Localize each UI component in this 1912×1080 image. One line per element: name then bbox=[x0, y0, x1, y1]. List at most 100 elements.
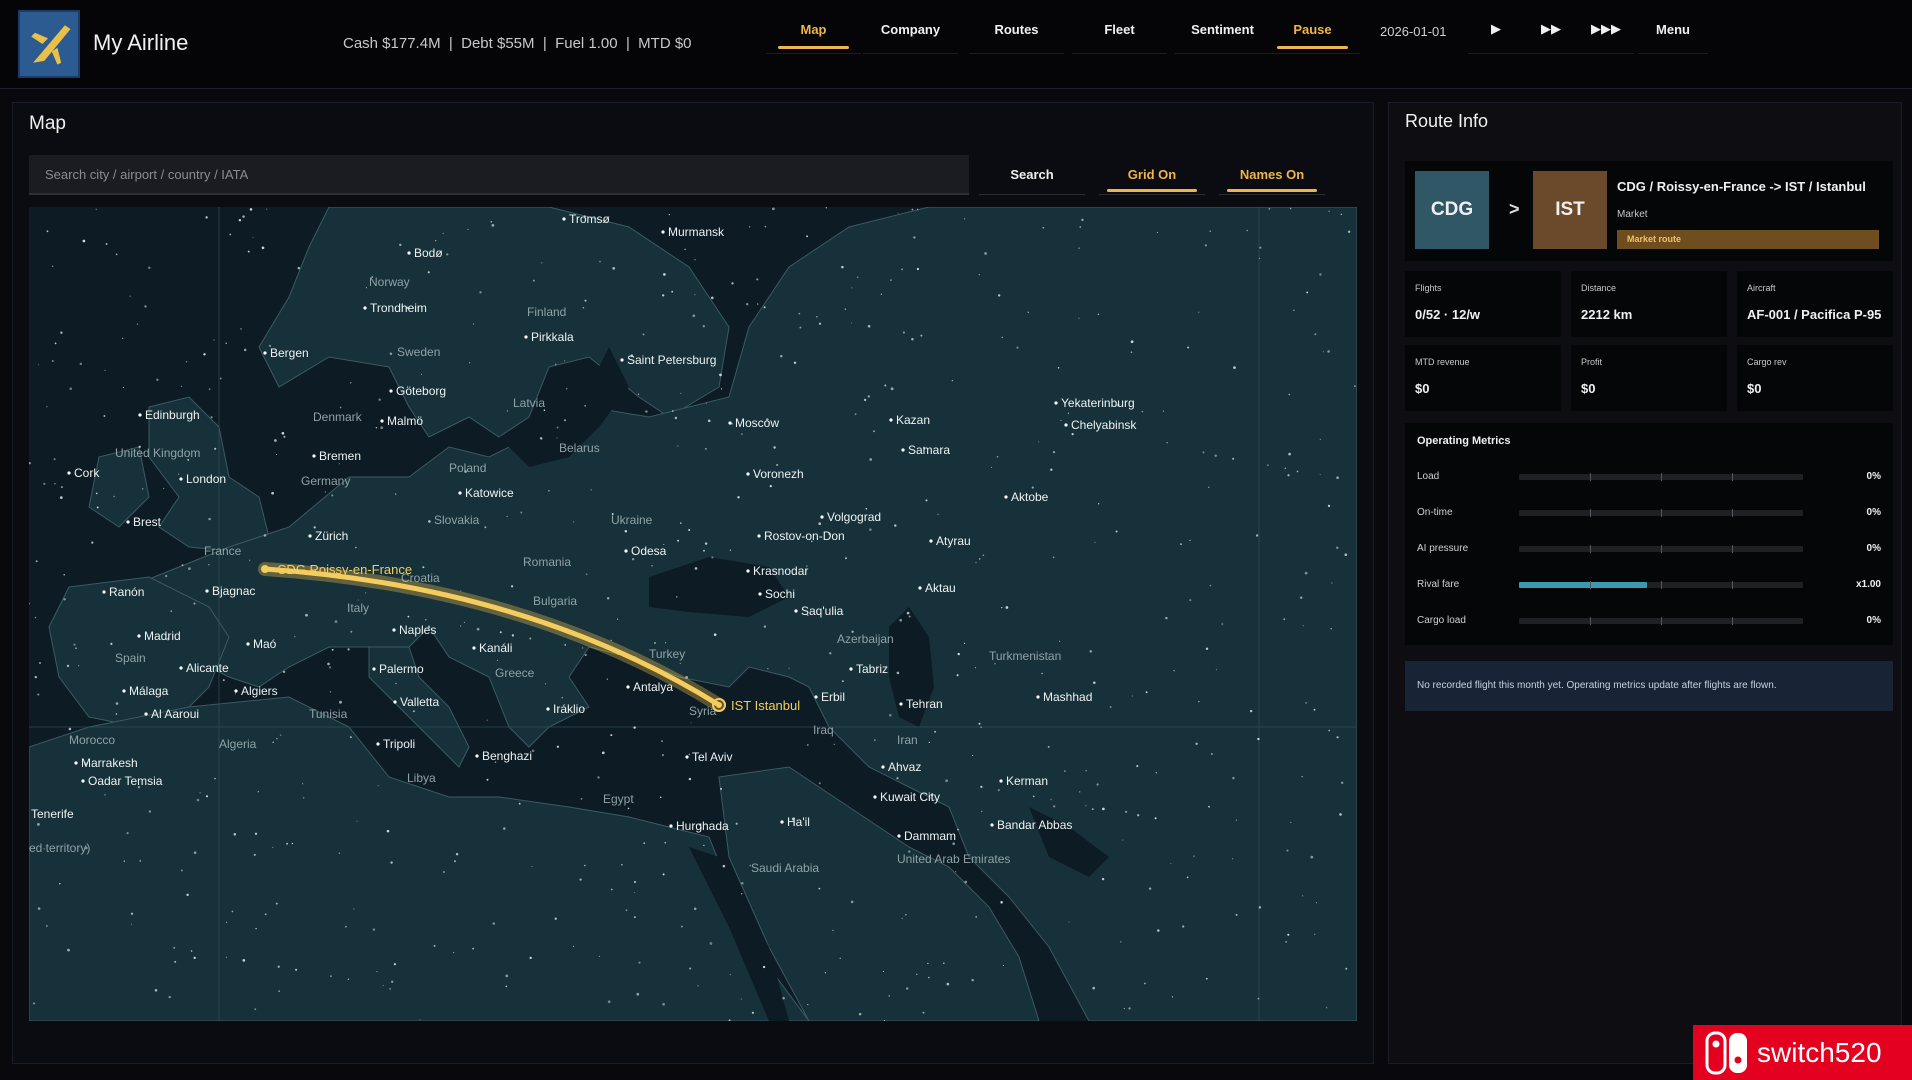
city-label[interactable]: Ahvaz bbox=[888, 760, 921, 774]
city-dot[interactable] bbox=[1064, 423, 1068, 427]
city-dot[interactable] bbox=[246, 642, 250, 646]
city-dot[interactable] bbox=[144, 712, 148, 716]
city-dot[interactable] bbox=[780, 820, 784, 824]
city-dot[interactable] bbox=[849, 667, 853, 671]
city-label[interactable]: Yekaterinburg bbox=[1061, 396, 1135, 410]
city-label[interactable]: Oadar Temsia bbox=[88, 774, 163, 788]
city-dot[interactable] bbox=[626, 685, 630, 689]
grid-toggle-button[interactable]: Grid On bbox=[1099, 155, 1205, 195]
city-label[interactable]: Bodø bbox=[414, 246, 443, 260]
city-label[interactable]: Trondheim bbox=[370, 301, 427, 315]
city-label[interactable]: Odesa bbox=[631, 544, 667, 558]
city-dot[interactable] bbox=[881, 765, 885, 769]
nav-company[interactable]: Company bbox=[863, 0, 958, 54]
city-dot[interactable] bbox=[546, 707, 550, 711]
names-toggle-button[interactable]: Names On bbox=[1219, 155, 1325, 195]
menu-button[interactable]: Menu bbox=[1638, 0, 1708, 54]
city-dot[interactable] bbox=[746, 472, 750, 476]
city-dot[interactable] bbox=[393, 700, 397, 704]
city-label[interactable]: Saq'ulia bbox=[801, 604, 844, 618]
city-dot[interactable] bbox=[794, 609, 798, 613]
city-label[interactable]: Tripoli bbox=[383, 737, 415, 751]
city-label[interactable]: Aktau bbox=[925, 581, 956, 595]
city-dot[interactable] bbox=[889, 418, 893, 422]
city-label[interactable]: Bremen bbox=[319, 449, 361, 463]
city-dot[interactable] bbox=[685, 755, 689, 759]
city-label[interactable]: Samara bbox=[908, 443, 950, 457]
city-label[interactable]: Krasnodar bbox=[753, 564, 808, 578]
city-dot[interactable] bbox=[562, 217, 566, 221]
city-dot[interactable] bbox=[814, 695, 818, 699]
city-dot[interactable] bbox=[138, 413, 142, 417]
city-label[interactable]: Naples bbox=[399, 623, 436, 637]
city-dot[interactable] bbox=[308, 534, 312, 538]
city-label[interactable]: Zürich bbox=[315, 529, 348, 543]
city-dot[interactable] bbox=[899, 702, 903, 706]
city-label[interactable]: Bergen bbox=[270, 346, 309, 360]
city-label[interactable]: Mashhad bbox=[1043, 690, 1092, 704]
city-dot[interactable] bbox=[1054, 401, 1058, 405]
city-dot[interactable] bbox=[312, 454, 316, 458]
city-label[interactable]: Malmö bbox=[387, 414, 423, 428]
city-dot[interactable] bbox=[758, 592, 762, 596]
city-dot[interactable] bbox=[472, 646, 476, 650]
city-dot[interactable] bbox=[81, 779, 85, 783]
city-dot[interactable] bbox=[122, 689, 126, 693]
city-dot[interactable] bbox=[728, 421, 732, 425]
city-label[interactable]: Tenerife bbox=[31, 807, 74, 821]
city-label[interactable]: Palermo bbox=[379, 662, 424, 676]
city-dot[interactable] bbox=[179, 477, 183, 481]
city-dot[interactable] bbox=[179, 666, 183, 670]
city-label[interactable]: Tehran bbox=[906, 697, 943, 711]
city-dot[interactable] bbox=[524, 335, 528, 339]
city-label[interactable]: Kanáli bbox=[479, 641, 512, 655]
city-dot[interactable] bbox=[205, 589, 209, 593]
city-label[interactable]: Brest bbox=[133, 515, 162, 529]
nav-fleet[interactable]: Fleet bbox=[1072, 0, 1167, 54]
city-dot[interactable] bbox=[389, 389, 393, 393]
city-label[interactable]: Benghazi bbox=[482, 749, 532, 763]
city-label[interactable]: Kazan bbox=[896, 413, 930, 427]
city-label[interactable]: Pirkkala bbox=[531, 330, 574, 344]
city-label[interactable]: Tromsø bbox=[569, 212, 611, 226]
city-dot[interactable] bbox=[897, 834, 901, 838]
city-label[interactable]: Sochi bbox=[765, 587, 795, 601]
city-dot[interactable] bbox=[620, 358, 624, 362]
origin-marker[interactable] bbox=[261, 565, 269, 573]
city-dot[interactable] bbox=[372, 667, 376, 671]
city-dot[interactable] bbox=[74, 761, 78, 765]
city-label[interactable]: Al Aaroui bbox=[151, 707, 199, 721]
city-dot[interactable] bbox=[137, 634, 141, 638]
world-map[interactable]: Norway Finland Sweden Denmark Latvia United K… bbox=[29, 207, 1357, 1021]
city-label[interactable]: Bjagnac bbox=[212, 584, 255, 598]
nav-map[interactable]: Map bbox=[766, 0, 861, 54]
city-dot[interactable] bbox=[1036, 695, 1040, 699]
city-dot[interactable] bbox=[669, 824, 673, 828]
city-label[interactable]: Kuwait City bbox=[880, 790, 940, 804]
city-label[interactable]: Göteborg bbox=[396, 384, 446, 398]
city-label[interactable]: Madrid bbox=[144, 629, 181, 643]
play-button[interactable]: ▶ bbox=[1468, 0, 1524, 54]
city-dot[interactable] bbox=[820, 515, 824, 519]
city-label[interactable]: Atyrau bbox=[936, 534, 971, 548]
city-dot[interactable] bbox=[458, 491, 462, 495]
city-label[interactable]: Erbil bbox=[821, 690, 845, 704]
city-label[interactable]: Katowice bbox=[465, 486, 514, 500]
city-label[interactable]: Ranón bbox=[109, 585, 144, 599]
city-label[interactable]: Chelyabinsk bbox=[1071, 418, 1137, 432]
city-label[interactable]: Aktobe bbox=[1011, 490, 1049, 504]
fastest-button[interactable]: ▶▶▶ bbox=[1578, 0, 1634, 54]
city-dot[interactable] bbox=[918, 586, 922, 590]
city-dot[interactable] bbox=[126, 520, 130, 524]
city-label[interactable]: Volgograd bbox=[827, 510, 881, 524]
nav-routes[interactable]: Routes bbox=[969, 0, 1064, 54]
fast-forward-button[interactable]: ▶▶ bbox=[1523, 0, 1579, 54]
pause-button[interactable]: Pause bbox=[1265, 0, 1360, 54]
city-dot[interactable] bbox=[929, 539, 933, 543]
city-label[interactable]: Murmansk bbox=[668, 225, 725, 239]
nav-sentiment[interactable]: Sentiment bbox=[1175, 0, 1270, 54]
city-label[interactable]: Marrakesh bbox=[81, 756, 138, 770]
city-label[interactable]: Edinburgh bbox=[145, 408, 200, 422]
search-input[interactable] bbox=[29, 155, 969, 195]
city-label[interactable]: Saint Petersburg bbox=[627, 353, 716, 367]
